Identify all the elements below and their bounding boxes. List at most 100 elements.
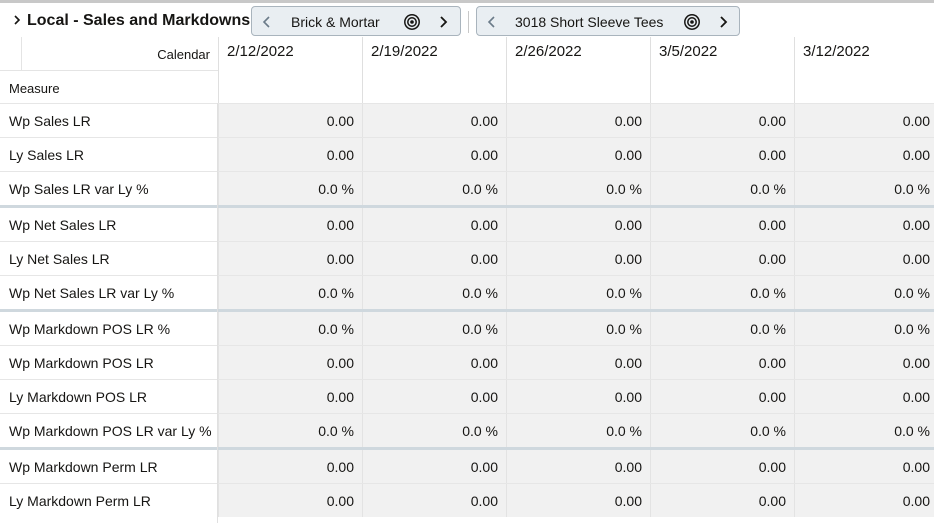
value-cell[interactable]: 0.00 <box>794 104 934 137</box>
value-cell[interactable]: 0.0 % <box>218 414 362 447</box>
cell-value: 0.0 % <box>750 423 786 439</box>
value-cell[interactable]: 0.00 <box>218 104 362 137</box>
cell-value: 0.00 <box>470 147 498 163</box>
value-cell[interactable]: 0.0 % <box>506 276 650 309</box>
value-cell[interactable]: 0.00 <box>218 380 362 413</box>
measure-row-label[interactable]: Wp Markdown POS LR <box>0 346 218 379</box>
chevron-right-icon[interactable] <box>10 10 24 30</box>
value-cell[interactable]: 0.00 <box>362 104 506 137</box>
value-cell[interactable]: 0.0 % <box>362 172 506 205</box>
column-header[interactable]: 3/5/2022 <box>650 37 794 103</box>
column-date: 3/12/2022 <box>803 43 870 60</box>
measure-row-label[interactable]: Wp Net Sales LR <box>0 208 218 241</box>
measure-name: Wp Markdown Perm LR <box>9 459 158 475</box>
measure-row-label[interactable]: Wp Markdown POS LR var Ly % <box>0 414 218 447</box>
value-cell[interactable]: 0.00 <box>794 450 934 483</box>
value-cell[interactable]: 0.00 <box>218 208 362 241</box>
column-date: 2/12/2022 <box>227 43 294 60</box>
value-cell[interactable]: 0.00 <box>506 208 650 241</box>
value-cell[interactable]: 0.0 % <box>506 172 650 205</box>
value-cell[interactable]: 0.0 % <box>794 312 934 345</box>
cell-value: 0.00 <box>614 389 642 405</box>
chevron-right-icon[interactable] <box>434 12 452 32</box>
value-cell[interactable]: 0.0 % <box>650 414 794 447</box>
value-cell[interactable]: 0.0 % <box>794 276 934 309</box>
value-cell[interactable]: 0.0 % <box>506 312 650 345</box>
value-cell[interactable]: 0.00 <box>794 484 934 517</box>
measure-row-label[interactable]: Wp Sales LR var Ly % <box>0 172 218 205</box>
value-cell[interactable]: 0.00 <box>362 484 506 517</box>
cell-value: 0.00 <box>758 251 786 267</box>
value-cell[interactable]: 0.00 <box>650 242 794 275</box>
cell-value: 0.0 % <box>894 423 930 439</box>
value-cell[interactable]: 0.00 <box>218 242 362 275</box>
measure-row-label[interactable]: Wp Sales LR <box>0 104 218 137</box>
measure-name: Wp Net Sales LR var Ly % <box>9 285 175 301</box>
value-cell[interactable]: 0.0 % <box>218 172 362 205</box>
measure-row-label[interactable]: Ly Sales LR <box>0 138 218 171</box>
column-header[interactable]: 3/12/2022 <box>794 37 934 103</box>
cell-value: 0.00 <box>758 459 786 475</box>
value-cell[interactable]: 0.00 <box>506 484 650 517</box>
value-cell[interactable]: 0.00 <box>650 450 794 483</box>
column-header[interactable]: 2/26/2022 <box>506 37 650 103</box>
value-cell[interactable]: 0.00 <box>794 346 934 379</box>
value-cell[interactable]: 0.0 % <box>650 312 794 345</box>
value-cell[interactable]: 0.0 % <box>506 414 650 447</box>
target-icon[interactable] <box>403 13 421 31</box>
value-cell[interactable]: 0.00 <box>218 346 362 379</box>
cell-value: 0.00 <box>470 459 498 475</box>
value-cell[interactable]: 0.00 <box>362 346 506 379</box>
value-cell[interactable]: 0.00 <box>506 346 650 379</box>
value-cell[interactable]: 0.00 <box>506 138 650 171</box>
value-cell[interactable]: 0.00 <box>650 380 794 413</box>
measure-header: Measure <box>0 70 218 103</box>
value-cell[interactable]: 0.00 <box>794 380 934 413</box>
measure-row-label[interactable]: Ly Markdown POS LR <box>0 380 218 413</box>
cell-value: 0.00 <box>902 493 930 509</box>
chevron-right-icon[interactable] <box>714 12 732 32</box>
measure-row-label[interactable]: Ly Markdown Perm LR <box>0 484 218 517</box>
value-cell[interactable]: 0.0 % <box>650 276 794 309</box>
value-cell[interactable]: 0.0 % <box>218 312 362 345</box>
value-cell[interactable]: 0.00 <box>362 380 506 413</box>
value-cell[interactable]: 0.00 <box>650 104 794 137</box>
value-cell[interactable]: 0.00 <box>218 450 362 483</box>
value-cell[interactable]: 0.00 <box>650 138 794 171</box>
value-cell[interactable]: 0.0 % <box>650 172 794 205</box>
value-cell[interactable]: 0.0 % <box>794 172 934 205</box>
value-cell[interactable]: 0.0 % <box>362 276 506 309</box>
value-cell[interactable]: 0.0 % <box>218 276 362 309</box>
value-cell[interactable]: 0.00 <box>506 450 650 483</box>
value-cell[interactable]: 0.00 <box>506 380 650 413</box>
value-cell[interactable]: 0.00 <box>506 242 650 275</box>
chevron-left-icon[interactable] <box>258 12 276 32</box>
value-cell[interactable]: 0.00 <box>650 484 794 517</box>
product-tile[interactable]: 3018 Short Sleeve Tees <box>476 6 740 36</box>
target-icon[interactable] <box>683 13 701 31</box>
chevron-left-icon[interactable] <box>483 12 501 32</box>
measure-row-label[interactable]: Wp Markdown Perm LR <box>0 450 218 483</box>
value-cell[interactable]: 0.0 % <box>794 414 934 447</box>
value-cell[interactable]: 0.00 <box>362 450 506 483</box>
value-cell[interactable]: 0.00 <box>794 208 934 241</box>
column-header[interactable]: 2/19/2022 <box>362 37 506 103</box>
value-cell[interactable]: 0.0 % <box>362 312 506 345</box>
measure-row-label[interactable]: Wp Net Sales LR var Ly % <box>0 276 218 309</box>
value-cell[interactable]: 0.00 <box>218 484 362 517</box>
value-cell[interactable]: 0.00 <box>362 138 506 171</box>
value-cell[interactable]: 0.00 <box>218 138 362 171</box>
location-tile[interactable]: Brick & Mortar <box>251 6 461 36</box>
value-cell[interactable]: 0.00 <box>794 242 934 275</box>
measure-row-label[interactable]: Wp Markdown POS LR % <box>0 312 218 345</box>
value-cell[interactable]: 0.00 <box>650 208 794 241</box>
measure-label: Measure <box>9 81 60 96</box>
value-cell[interactable]: 0.00 <box>650 346 794 379</box>
measure-row-label[interactable]: Ly Net Sales LR <box>0 242 218 275</box>
value-cell[interactable]: 0.00 <box>506 104 650 137</box>
value-cell[interactable]: 0.00 <box>362 242 506 275</box>
column-header[interactable]: 2/12/2022 <box>218 37 362 103</box>
value-cell[interactable]: 0.00 <box>794 138 934 171</box>
value-cell[interactable]: 0.00 <box>362 208 506 241</box>
value-cell[interactable]: 0.0 % <box>362 414 506 447</box>
